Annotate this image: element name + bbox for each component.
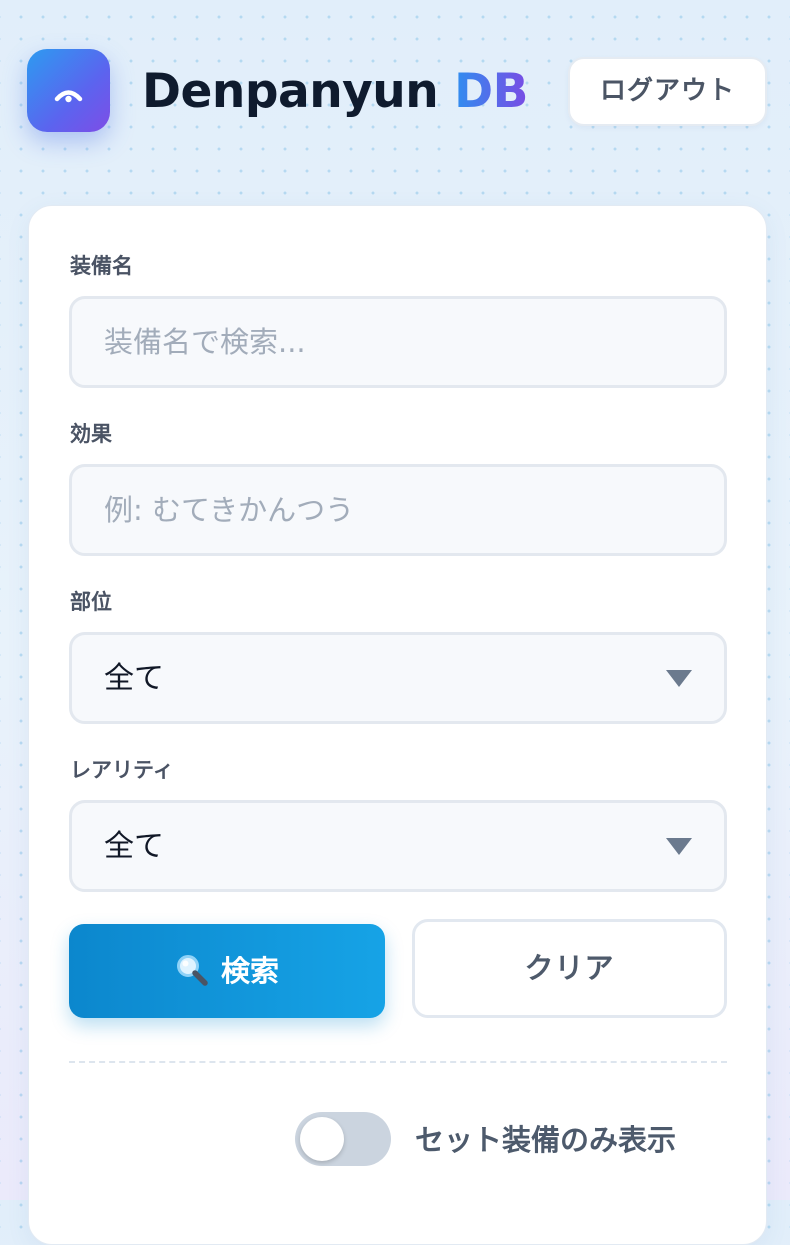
rarity-label: レアリティ [70, 758, 174, 782]
app-title: Denpanyun DB [142, 58, 528, 126]
slot-label: 部位 [70, 590, 112, 614]
chevron-down-icon [666, 670, 692, 687]
clear-button[interactable]: クリア [412, 919, 727, 1018]
slot-select[interactable]: 全て [69, 632, 727, 724]
search-card: 装備名 効果 部位 全て レアリティ 全て 検索 クリア セット装備のみ表示 [28, 205, 767, 1245]
slot-select-value: 全て [104, 661, 164, 696]
logout-button[interactable]: ログアウト [568, 57, 767, 126]
rarity-select[interactable]: 全て [69, 800, 727, 892]
divider [69, 1061, 727, 1063]
rarity-select-value: 全て [104, 829, 164, 864]
chevron-down-icon [666, 838, 692, 855]
set-only-toggle-label[interactable]: セット装備のみ表示 [415, 1120, 676, 1160]
equipment-name-input[interactable] [69, 296, 727, 388]
equipment-name-label: 装備名 [70, 254, 133, 278]
app-title-accent: DB [454, 64, 528, 119]
app-logo [27, 49, 110, 132]
set-only-toggle[interactable] [295, 1112, 391, 1166]
effect-input[interactable] [69, 464, 727, 556]
app-title-main: Denpanyun [142, 64, 439, 119]
search-button-label: 検索 [220, 954, 279, 988]
toggle-knob [300, 1117, 344, 1161]
effect-label: 効果 [70, 422, 112, 446]
radar-arc-icon [54, 90, 83, 103]
search-button[interactable]: 検索 [69, 924, 385, 1018]
magnifier-icon [176, 955, 208, 986]
